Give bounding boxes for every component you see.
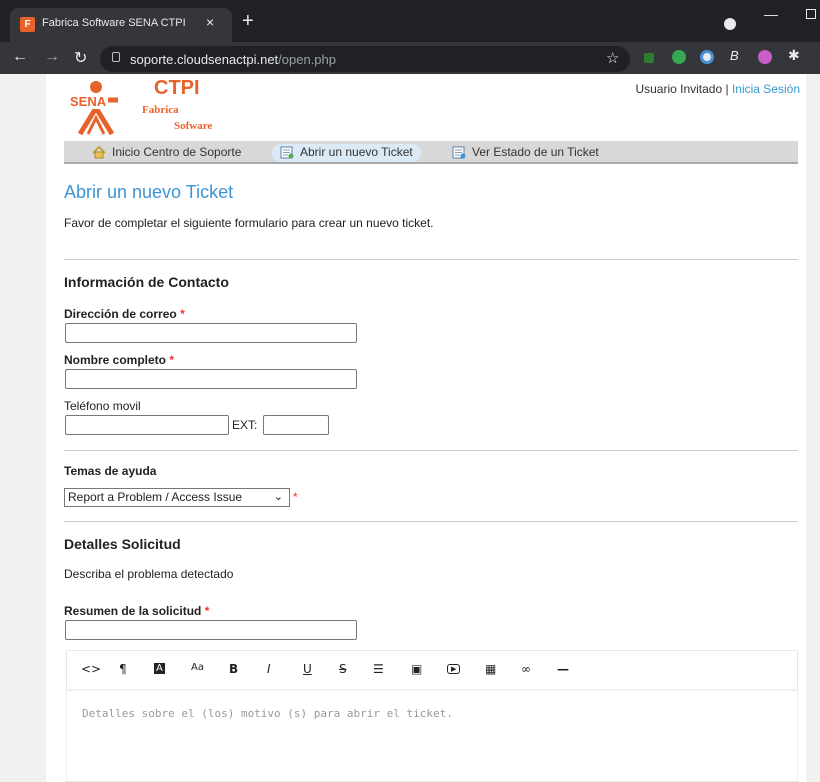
favicon-icon: F — [20, 17, 35, 32]
address-bar[interactable]: soporte.cloudsenactpi.net/open.php ☆ — [100, 46, 630, 72]
details-heading: Detalles Solicitud — [64, 536, 181, 552]
logo-sofware-text: Sofware — [174, 120, 213, 132]
new-tab-icon[interactable]: + — [242, 11, 254, 31]
editor-placeholder: Detalles sobre el (los) motivo (s) para … — [82, 707, 453, 720]
nav-new-ticket-label: Abrir un nuevo Ticket — [300, 145, 413, 159]
lock-icon — [112, 52, 120, 62]
extensions-puzzle-icon[interactable]: ✱ — [788, 47, 802, 63]
ticket-status-icon — [452, 146, 466, 159]
forward-icon[interactable]: → — [44, 48, 60, 66]
bookmark-star-icon[interactable]: ☆ — [606, 49, 619, 67]
maximize-icon[interactable] — [806, 9, 816, 19]
required-mark: * — [204, 604, 210, 618]
list-icon[interactable]: ☰ — [373, 662, 384, 676]
extension-circle-icon[interactable] — [700, 50, 714, 64]
code-view-icon[interactable]: <> — [81, 662, 101, 676]
logo-sena-text: SENA — [68, 94, 109, 109]
url-host: soporte.cloudsenactpi.net — [130, 52, 279, 67]
help-topic-selected: Report a Problem / Access Issue — [68, 490, 243, 504]
table-icon[interactable]: ▦ — [485, 662, 496, 676]
phone-label: Teléfono movil — [64, 399, 141, 413]
summary-label-text: Resumen de la solicitud — [64, 604, 202, 618]
tab-close-icon[interactable]: × — [206, 14, 214, 30]
paragraph-icon[interactable]: ¶ — [119, 662, 127, 676]
home-icon — [92, 146, 106, 159]
divider — [64, 259, 798, 260]
details-description: Describa el problema detectado — [64, 567, 234, 581]
url-text[interactable]: soporte.cloudsenactpi.net/open.php — [130, 52, 336, 67]
full-name-field[interactable] — [65, 369, 357, 389]
required-mark: * — [293, 490, 298, 504]
divider — [64, 450, 798, 451]
email-field[interactable] — [65, 323, 357, 343]
image-icon[interactable]: ▣ — [411, 662, 422, 676]
summary-field[interactable] — [65, 620, 357, 640]
reload-icon[interactable]: ↻ — [74, 48, 87, 68]
nav-item-new-ticket[interactable]: Abrir un nuevo Ticket — [272, 144, 421, 162]
name-label: Nombre completo * — [64, 353, 174, 367]
italic-icon[interactable]: I — [267, 662, 271, 676]
browser-tab-bar: F Fabrica Software SENA CTPI × + — — [0, 0, 820, 42]
sena-ctpi-logo[interactable]: SENA CTPI Fabrica Sofware — [66, 77, 236, 138]
chevron-down-icon: ⌄ — [273, 491, 283, 503]
browser-toolbar: ← → ↻ soporte.cloudsenactpi.net/open.php… — [0, 42, 820, 74]
page-container: SENA CTPI Fabrica Sofware Usuario Invita… — [46, 74, 806, 782]
text-color-icon[interactable]: A — [154, 663, 165, 674]
email-label-text: Dirección de correo — [64, 307, 177, 321]
logo-ctpi-text: CTPI — [154, 77, 200, 99]
browser-tab[interactable]: F Fabrica Software SENA CTPI × — [10, 8, 232, 42]
font-size-icon[interactable]: Aa — [191, 662, 204, 673]
link-icon[interactable]: ∞ — [521, 662, 531, 676]
login-link[interactable]: Inicia Sesión — [732, 82, 800, 96]
page-title: Abrir un nuevo Ticket — [64, 182, 234, 202]
email-label: Dirección de correo * — [64, 307, 185, 321]
page-viewport: SENA CTPI Fabrica Sofware Usuario Invita… — [0, 74, 820, 782]
divider — [64, 521, 798, 522]
profile-dot-icon[interactable] — [724, 18, 736, 30]
underline-icon[interactable]: U — [303, 662, 312, 676]
extension-avatar-icon[interactable] — [758, 50, 772, 64]
ext-field[interactable] — [263, 415, 329, 435]
guest-user-label: Usuario Invitado — [635, 82, 723, 96]
help-topic-select[interactable]: Report a Problem / Access Issue ⌄ — [64, 488, 290, 507]
contact-heading: Información de Contacto — [64, 274, 229, 290]
strikethrough-icon[interactable]: S — [339, 662, 347, 676]
video-icon[interactable]: ▶ — [447, 664, 461, 674]
nav-item-home[interactable]: Inicio Centro de Soporte — [84, 144, 249, 162]
user-separator: | — [722, 82, 732, 96]
bold-icon[interactable]: B — [229, 662, 238, 676]
summary-label: Resumen de la solicitud * — [64, 604, 209, 618]
editor-toolbar: <> ¶ A Aa B I U S ☰ ▣ ▶ ▦ ∞ — — [67, 651, 797, 689]
required-mark: * — [169, 353, 175, 367]
drive-icon[interactable] — [672, 50, 686, 64]
horizontal-rule-icon[interactable]: — — [557, 662, 569, 676]
main-nav: Inicio Centro de Soporte Abrir un nuevo … — [64, 141, 798, 164]
extension-b-icon[interactable]: B — [730, 48, 744, 63]
extension-grid-icon[interactable] — [644, 53, 654, 63]
nav-item-ticket-status[interactable]: Ver Estado de un Ticket — [444, 144, 607, 162]
help-topic-label: Temas de ayuda — [64, 464, 157, 478]
nav-status-label: Ver Estado de un Ticket — [472, 145, 599, 159]
page-intro: Favor de completar el siguiente formular… — [64, 216, 434, 230]
back-icon[interactable]: ← — [12, 48, 28, 66]
nav-home-label: Inicio Centro de Soporte — [112, 145, 242, 159]
phone-field[interactable] — [65, 415, 229, 435]
user-bar: Usuario Invitado | Inicia Sesión — [635, 82, 800, 96]
name-label-text: Nombre completo — [64, 353, 167, 367]
new-ticket-icon — [280, 146, 294, 159]
rich-text-editor[interactable]: <> ¶ A Aa B I U S ☰ ▣ ▶ ▦ ∞ — Detalles s… — [66, 650, 798, 782]
minimize-icon[interactable]: — — [764, 6, 778, 22]
logo-fabrica-text: Fabrica — [142, 104, 179, 116]
tab-title: Fabrica Software SENA CTPI — [42, 17, 186, 29]
url-path: /open.php — [278, 52, 336, 67]
ext-label: EXT: — [232, 418, 258, 432]
required-mark: * — [180, 307, 185, 321]
